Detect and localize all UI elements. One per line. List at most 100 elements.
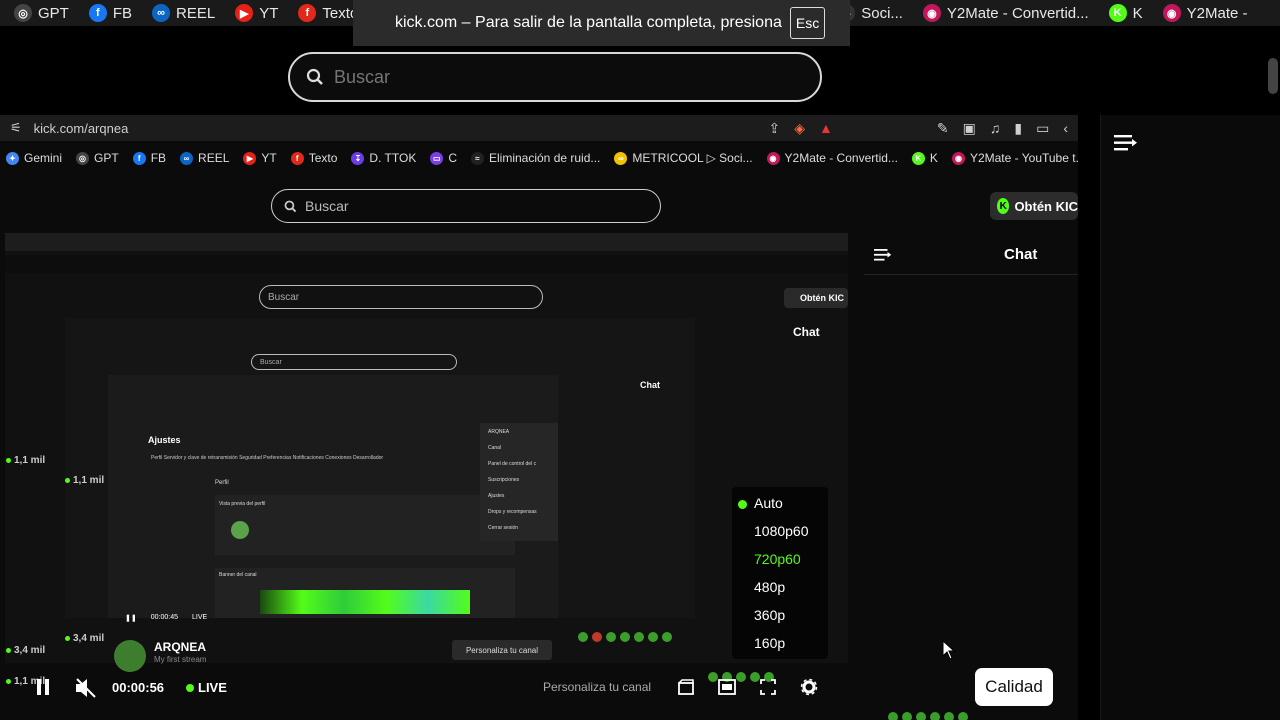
viewer-count: 1,1 mil xyxy=(6,455,45,466)
y2mate-icon: ◉ xyxy=(922,4,941,22)
bookmark-icon: ∞ xyxy=(614,151,628,165)
gpt-icon: ◎ xyxy=(14,4,32,22)
inner-chat-header: Chat xyxy=(864,235,1078,275)
kick-icon: K xyxy=(997,198,1010,214)
bookmark-label: Y2Mate - Convertid... xyxy=(784,151,898,165)
bookmark-item[interactable]: ◎ GPT xyxy=(70,151,125,165)
bookmark-label: YT xyxy=(259,4,279,22)
bookmark-label: GPT xyxy=(38,4,69,22)
nested-search-label: Buscar xyxy=(268,291,300,303)
nested-search-2-label: Buscar xyxy=(260,358,282,366)
nested-banner-image xyxy=(260,590,470,614)
bookmark-label: FB xyxy=(112,4,133,22)
bookmark-icon: K xyxy=(911,151,925,165)
bookmark-item[interactable]: ◉ Y2Mate - xyxy=(1155,4,1256,22)
texto-icon: f xyxy=(298,4,317,22)
inner-address-bar: ⚟ kick.com/arqnea ⇪ ◈ ▲ ✎ ▣ ♫ ▮ ▭ ‹ xyxy=(0,115,1078,141)
nested-menu-item: Drops y recompensas xyxy=(488,509,537,515)
player-controls: 00:00:56 LIVE Personaliza tu canal xyxy=(0,668,860,708)
quality-option-360p[interactable]: 360p xyxy=(754,607,785,623)
bookmark-label: REEL xyxy=(176,4,216,22)
bookmark-label: Y2Mate - Convertid... xyxy=(946,4,1089,22)
quality-option-480p[interactable]: 480p xyxy=(754,579,785,595)
tune-icon: ⚟ xyxy=(10,120,22,135)
mute-icon[interactable] xyxy=(74,677,98,699)
emote-row xyxy=(578,632,672,642)
bookmark-item[interactable]: ◉ Y2Mate - Convertid... xyxy=(915,4,1097,22)
bookmark-item[interactable]: ∞ REEL xyxy=(144,4,223,22)
bookmark-label: Gemini xyxy=(24,151,63,165)
fullscreen-icon[interactable] xyxy=(760,679,776,695)
nested-search-2: Buscar xyxy=(251,354,457,370)
kick-icon: K xyxy=(1108,4,1127,22)
bookmark-item[interactable]: ▶ YT xyxy=(237,151,282,165)
bookmark-item[interactable]: f Texto xyxy=(285,151,344,165)
esc-key-badge[interactable]: Esc xyxy=(789,7,826,39)
pause-icon[interactable] xyxy=(36,679,50,695)
settings-gear-icon[interactable] xyxy=(800,678,818,696)
bookmark-label: Y2Mate - YouTube t... xyxy=(969,151,1078,165)
pause-icon: ❚❚ xyxy=(125,615,137,622)
quality-option-720p60[interactable]: 720p60 xyxy=(754,551,801,567)
bookmark-item[interactable]: KK xyxy=(906,151,944,165)
bookmark-label: REEL xyxy=(198,151,230,165)
bookmark-label: METRICOOL ▷ Soci... xyxy=(632,151,753,165)
theater-mode-icon[interactable] xyxy=(718,679,736,695)
bookmark-item[interactable]: ∞ REEL xyxy=(174,151,235,165)
bookmark-item[interactable]: f FB xyxy=(81,4,140,22)
bookmark-item[interactable]: ✦ Gemini xyxy=(0,151,68,165)
bookmark-item[interactable]: ◉ Y2Mate - Convertid... xyxy=(761,151,904,165)
personaliza-button[interactable]: Personaliza tu canal xyxy=(543,680,651,694)
bookmark-icon: ✦ xyxy=(6,151,19,165)
bookmark-label: FB xyxy=(150,151,167,165)
bookmark-label: GPT xyxy=(94,151,119,165)
bookmark-item[interactable]: ▶ YT xyxy=(227,4,286,22)
quality-option-160p[interactable]: 160p xyxy=(754,635,785,651)
bookmark-item[interactable]: ↧ D. TTOK xyxy=(345,151,422,165)
nested-address-bar xyxy=(5,233,848,251)
quality-option-1080p60[interactable]: 1080p60 xyxy=(754,523,809,539)
meta-icon: ∞ xyxy=(152,4,171,22)
bookmark-icon: ↧ xyxy=(351,151,365,165)
bookmark-item[interactable]: ▭ C xyxy=(424,151,463,165)
bookmark-item[interactable]: f FB xyxy=(127,151,172,165)
quality-menu: Auto 1080p60 720p60 480p 360p 160p xyxy=(732,487,828,659)
nested-banner-label: Banner del canal xyxy=(219,572,257,578)
bookmark-icon: f xyxy=(132,151,146,165)
search-input[interactable] xyxy=(334,66,794,88)
nested-menu-item: ARQNEA xyxy=(488,429,510,435)
nested-bookmarks-bar xyxy=(5,255,848,273)
fullscreen-notice-text: kick.com – Para salir de la pantalla com… xyxy=(395,14,782,31)
nested-live: LIVE xyxy=(191,614,208,621)
fullscreen-notice: kick.com – Para salir de la pantalla com… xyxy=(353,0,850,46)
bookmark-item[interactable]: ≈ Eliminación de ruid... xyxy=(465,151,606,165)
bookmark-label: Y2Mate - xyxy=(1186,4,1248,22)
search-bar[interactable] xyxy=(288,52,822,102)
search-icon xyxy=(306,68,323,85)
nested-search: Buscar xyxy=(259,285,543,309)
bookmark-icon: ◎ xyxy=(76,151,90,165)
nested-menu-item: Panel de control del c xyxy=(488,461,537,467)
quality-option-auto[interactable]: Auto xyxy=(754,495,783,511)
y2mate-icon: ◉ xyxy=(1162,4,1181,22)
clip-icon[interactable] xyxy=(678,679,694,695)
nested-settings-tabs: Perfil Servidor y clave de retransmisión… xyxy=(151,455,384,461)
nested-time: 00:00:45 xyxy=(150,614,178,621)
scrollbar-thumb[interactable] xyxy=(1268,58,1278,94)
outer-chat-pane xyxy=(1100,115,1280,720)
quality-tooltip: Calidad xyxy=(975,668,1053,706)
bookmark-item[interactable]: ◉ Y2Mate - YouTube t... xyxy=(946,151,1078,165)
captured-stream-view: ⚟ kick.com/arqnea ⇪ ◈ ▲ ✎ ▣ ♫ ▮ ▭ ‹ ✦ Gemini ◎ GPT f… xyxy=(0,115,1078,720)
bookmark-item[interactable]: ∞ METRICOOL ▷ Soci... xyxy=(608,151,758,165)
nested-menu-item: Canal xyxy=(488,445,502,451)
bookmark-label: Soci... xyxy=(861,4,903,22)
viewer-count: 1,1 mil xyxy=(65,475,104,486)
bookmark-item[interactable]: KK xyxy=(1101,4,1151,22)
emote-row xyxy=(888,712,968,720)
nested-kick-button: Obtén KIC xyxy=(784,288,848,308)
inner-search-bar: Buscar xyxy=(271,189,661,223)
quality-selected-dot xyxy=(738,500,747,509)
bookmark-item[interactable]: ◎ GPT xyxy=(6,4,77,22)
nested-preview-label: Vista previa del perfil xyxy=(219,501,266,507)
collapse-chat-icon[interactable] xyxy=(1114,134,1138,152)
